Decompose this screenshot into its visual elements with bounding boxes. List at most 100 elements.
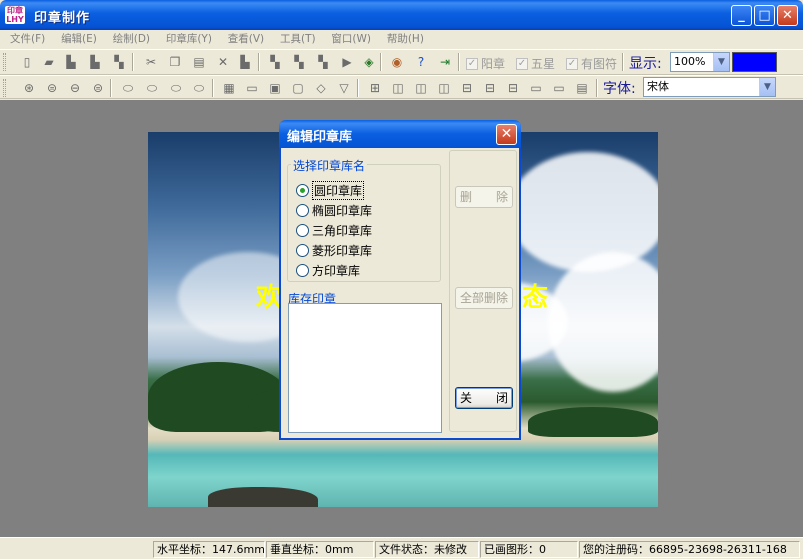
island-trees xyxy=(528,407,658,437)
cut-icon[interactable]: ✂ xyxy=(142,53,160,71)
menu-file[interactable]: 文件(F) xyxy=(4,30,51,48)
ellipse-seal-3-icon[interactable]: ⬭ xyxy=(167,79,185,97)
frame-seal-icon[interactable]: ▢ xyxy=(289,79,307,97)
grid-seal-icon[interactable]: ▦ xyxy=(220,79,238,97)
main-toolbar: ▯ ▰ ▙ ▙ ▚ ✂ ❐ ▤ ✕ ▙ ▚ ▚ ▚ ▶ ◈ ◉ ? ⇥ ✓ 阳章 … xyxy=(0,49,803,75)
layout-6-icon[interactable]: ⊟ xyxy=(481,79,499,97)
radio-triangle-library[interactable]: 三角印章库 xyxy=(296,222,372,239)
layout-2-icon[interactable]: ◫ xyxy=(389,79,407,97)
layout-10-icon[interactable]: ▤ xyxy=(573,79,591,97)
toolbar-separator xyxy=(110,79,112,97)
dialog-close-icon[interactable]: ✕ xyxy=(496,124,517,145)
layout-1-icon[interactable]: ⊞ xyxy=(366,79,384,97)
menu-window[interactable]: 窗口(W) xyxy=(325,30,377,48)
stamp-alt-icon[interactable]: ▙ xyxy=(86,53,104,71)
delete-icon[interactable]: ✕ xyxy=(214,53,232,71)
new-file-icon[interactable]: ▯ xyxy=(18,53,36,71)
ellipse-seal-icon[interactable]: ⬭ xyxy=(119,79,137,97)
layout-5-icon[interactable]: ⊟ xyxy=(458,79,476,97)
yangzhang-checkbox[interactable]: ✓ 阳章 xyxy=(466,55,505,72)
app-icon-bottom: LHY xyxy=(6,15,24,24)
zoom-select[interactable]: 100% ▼ xyxy=(670,52,730,72)
toolbar-grip[interactable] xyxy=(3,79,6,97)
ellipse-seal-2-icon[interactable]: ⬭ xyxy=(143,79,161,97)
ungroup-icon[interactable]: ▶ xyxy=(338,53,356,71)
circle-seal-4-icon[interactable]: ⊜ xyxy=(89,79,107,97)
radio-dot xyxy=(296,204,309,217)
radio-ellipse-library[interactable]: 椭圆印章库 xyxy=(296,202,372,219)
layout-7-icon[interactable]: ⊟ xyxy=(504,79,522,97)
menu-view[interactable]: 查看(V) xyxy=(222,30,270,48)
send-back-icon[interactable]: ▚ xyxy=(290,53,308,71)
chevron-down-icon[interactable]: ▼ xyxy=(759,78,775,96)
menu-seal-library[interactable]: 印章库(Y) xyxy=(160,30,218,48)
chevron-down-icon[interactable]: ▼ xyxy=(713,53,729,71)
color-swatch[interactable] xyxy=(732,52,777,72)
toolbar-separator xyxy=(622,53,624,71)
wuxing-checkbox[interactable]: ✓ 五星 xyxy=(516,55,555,72)
help-icon[interactable]: ? xyxy=(412,53,430,71)
radio-label: 菱形印章库 xyxy=(312,244,373,258)
triangle-seal-icon[interactable]: ▽ xyxy=(335,79,353,97)
open-folder-icon[interactable]: ▰ xyxy=(40,53,58,71)
layout-9-icon[interactable]: ▭ xyxy=(550,79,568,97)
maximize-button[interactable]: □ xyxy=(754,5,775,26)
app-icon: 印章 LHY xyxy=(5,6,25,24)
preview-eye-icon[interactable]: ◉ xyxy=(388,53,406,71)
cloud-shape xyxy=(508,152,658,272)
zoom-value: 100% xyxy=(674,55,706,68)
youtufu-checkbox[interactable]: ✓ 有图符 xyxy=(566,55,617,72)
group-icon[interactable]: ▚ xyxy=(314,53,332,71)
status-drawn-shapes: 已画图形：0 xyxy=(480,541,578,558)
square-seal-icon[interactable]: ▣ xyxy=(266,79,284,97)
circle-seal-2-icon[interactable]: ⊜ xyxy=(43,79,61,97)
window-titlebar[interactable]: 印章 LHY 印章制作 _ □ ✕ xyxy=(0,0,803,30)
delete-all-button[interactable]: 全部删除 xyxy=(455,287,513,309)
exit-icon[interactable]: ⇥ xyxy=(436,53,454,71)
minimize-button[interactable]: _ xyxy=(731,5,752,26)
toolbar-separator xyxy=(258,53,260,71)
layout-4-icon[interactable]: ◫ xyxy=(435,79,453,97)
app-icon-top: 印章 xyxy=(7,6,23,15)
status-reg-code: 您的注册码：66895-23698-26311-168 xyxy=(579,541,800,558)
menu-tools[interactable]: 工具(T) xyxy=(274,30,322,48)
checkbox-box: ✓ xyxy=(516,57,528,70)
stamp-icon[interactable]: ▙ xyxy=(62,53,80,71)
close-window-button[interactable]: ✕ xyxy=(777,5,798,26)
toolbar-separator xyxy=(596,79,598,97)
status-x-coord: 水平坐标：147.6mm xyxy=(153,541,265,558)
ellipse-seal-4-icon[interactable]: ⬭ xyxy=(190,79,208,97)
toolbar-grip[interactable] xyxy=(3,53,6,71)
delete-button[interactable]: 删 除 xyxy=(455,186,513,208)
menu-edit[interactable]: 编辑(E) xyxy=(55,30,103,48)
bring-front-icon[interactable]: ▚ xyxy=(266,53,284,71)
radio-label: 方印章库 xyxy=(312,264,361,278)
window-title: 印章制作 xyxy=(34,11,91,26)
circle-seal-3-icon[interactable]: ⊖ xyxy=(66,79,84,97)
menu-bar: 文件(F) 编辑(E) 绘制(D) 印章库(Y) 查看(V) 工具(T) 窗口(… xyxy=(0,30,803,48)
shape-toolbar: ⊛ ⊜ ⊖ ⊜ ⬭ ⬭ ⬭ ⬭ ▦ ▭ ▣ ▢ ◇ ▽ ⊞ ◫ ◫ ◫ ⊟ ⊟ … xyxy=(0,75,803,99)
copy-icon[interactable]: ❐ xyxy=(166,53,184,71)
youtufu-label: 有图符 xyxy=(581,57,618,71)
radio-diamond-library[interactable]: 菱形印章库 xyxy=(296,242,372,259)
dialog-titlebar[interactable]: 编辑印章库 ✕ xyxy=(279,120,521,148)
checkbox-box: ✓ xyxy=(566,57,578,70)
radio-square-library[interactable]: 方印章库 xyxy=(296,262,360,279)
layout-8-icon[interactable]: ▭ xyxy=(527,79,545,97)
menu-draw[interactable]: 绘制(D) xyxy=(107,30,156,48)
radio-circle-library[interactable]: 圆印章库 xyxy=(296,181,365,200)
circle-seal-icon[interactable]: ⊛ xyxy=(20,79,38,97)
rect-seal-icon[interactable]: ▭ xyxy=(243,79,261,97)
display-label: 显示: xyxy=(629,56,662,72)
toolbar-separator xyxy=(357,79,359,97)
close-dialog-button[interactable]: 关 闭 xyxy=(455,387,513,409)
font-select[interactable]: 宋体 ▼ xyxy=(643,77,776,97)
stock-seals-listbox[interactable] xyxy=(288,303,442,433)
paste-icon[interactable]: ▤ xyxy=(190,53,208,71)
diamond-seal-icon[interactable]: ◇ xyxy=(312,79,330,97)
menu-help[interactable]: 帮助(H) xyxy=(381,30,430,48)
layout-3-icon[interactable]: ◫ xyxy=(412,79,430,97)
export-icon[interactable]: ◈ xyxy=(360,53,378,71)
save-icon[interactable]: ▚ xyxy=(110,53,128,71)
print-icon[interactable]: ▙ xyxy=(236,53,254,71)
